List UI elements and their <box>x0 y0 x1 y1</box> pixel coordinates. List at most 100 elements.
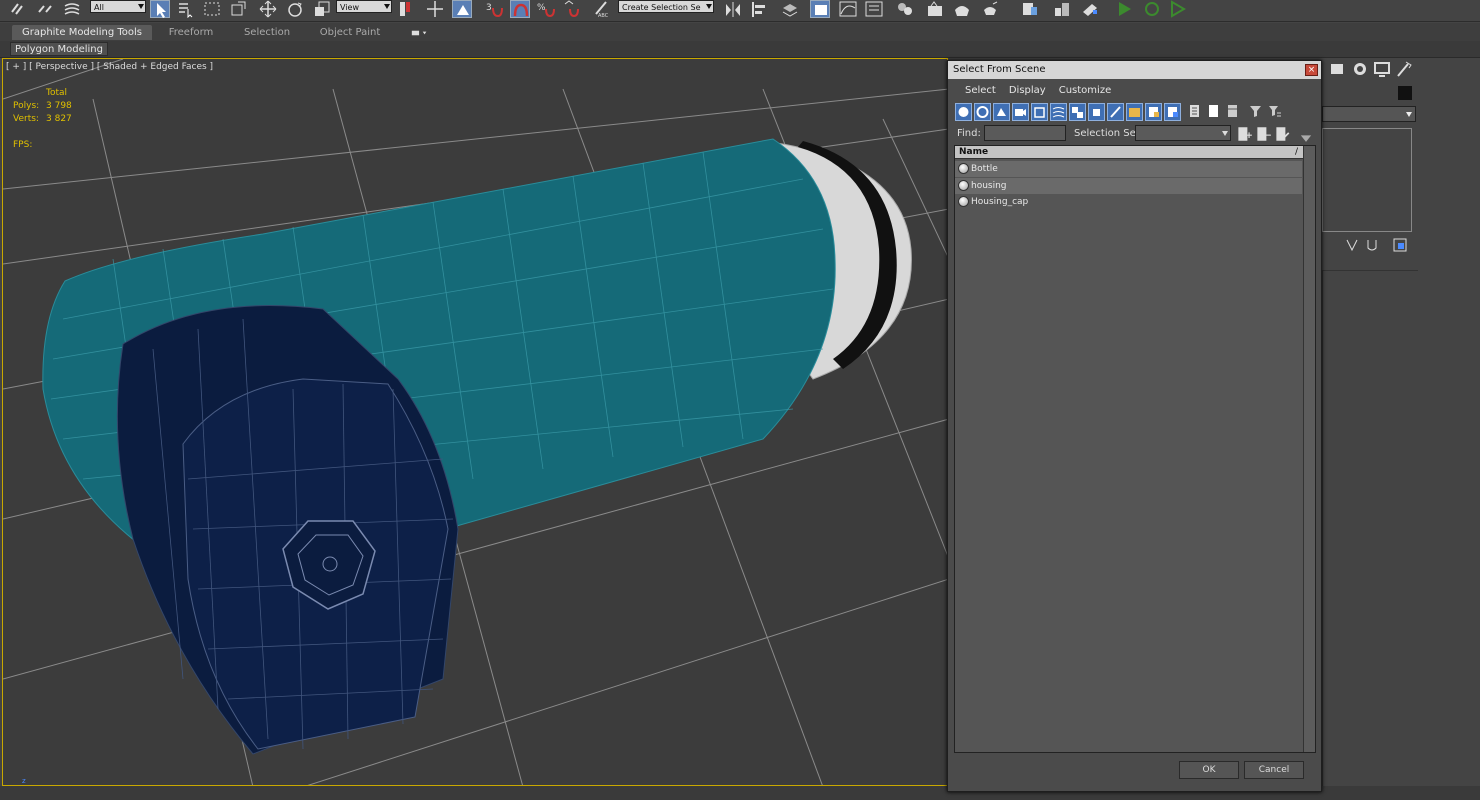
select-invert-icon[interactable] <box>1225 103 1242 121</box>
perspective-viewport[interactable]: [ + ] [ Perspective ] [ Shaded + Edged F… <box>2 58 948 786</box>
modifier-stack[interactable] <box>1322 128 1412 232</box>
display-frozen-icon[interactable] <box>1145 103 1162 121</box>
display-bones-icon[interactable] <box>1107 103 1124 121</box>
link-icon[interactable] <box>8 0 28 18</box>
unlink-icon[interactable] <box>35 0 55 18</box>
filter-icon[interactable] <box>1248 103 1265 121</box>
geometry-object-icon <box>958 196 969 207</box>
find-input[interactable] <box>984 125 1066 141</box>
ribbon-options-icon[interactable] <box>410 24 432 39</box>
reference-coordinate-dropdown[interactable]: View <box>336 0 392 13</box>
stats-total-label: Total <box>46 88 68 98</box>
scale-icon[interactable] <box>312 0 332 18</box>
selection-filter-dropdown[interactable]: All <box>90 0 146 13</box>
unwrap-icon[interactable] <box>1080 0 1100 18</box>
a360-gallery-icon[interactable] <box>1052 0 1072 18</box>
display-shapes-icon[interactable] <box>974 103 991 121</box>
modify-tab-icon[interactable] <box>1328 60 1348 78</box>
configure-modifier-sets-icon[interactable] <box>1390 236 1410 254</box>
pivot-icon[interactable] <box>396 0 416 18</box>
stats-verts-label: Verts: <box>13 114 39 124</box>
select-all-icon[interactable] <box>1187 103 1204 121</box>
display-spacewarps-icon[interactable] <box>1050 103 1067 121</box>
pin-stack-icon[interactable] <box>1342 236 1362 254</box>
tab-selection[interactable]: Selection <box>236 25 298 40</box>
dialog-title-bar[interactable]: Select From Scene × <box>948 61 1321 79</box>
remove-selection-set-icon[interactable] <box>1253 125 1271 141</box>
select-by-name-icon[interactable] <box>176 0 196 18</box>
percent-snap-icon[interactable]: % <box>536 0 556 18</box>
angle-snap-icon[interactable] <box>510 0 530 18</box>
rollout-area <box>1322 270 1418 800</box>
name-column-header[interactable]: Name / <box>955 146 1304 159</box>
set-key-icon[interactable] <box>1142 0 1162 18</box>
viewport-label[interactable]: [ + ] [ Perspective ] [ Shaded + Edged F… <box>6 62 213 72</box>
list-item-housing-cap[interactable]: Housing_cap <box>955 194 1302 210</box>
material-editor-icon[interactable] <box>895 0 915 18</box>
render-production-icon[interactable] <box>980 0 1000 18</box>
menu-customize[interactable]: Customize <box>1059 85 1112 96</box>
display-tab-icon[interactable] <box>1372 60 1392 78</box>
display-lights-icon[interactable] <box>993 103 1010 121</box>
polygon-modeling-button[interactable]: Polygon Modeling <box>10 42 108 56</box>
key-filters-icon[interactable] <box>1168 0 1188 18</box>
rect-selection-icon[interactable] <box>202 0 222 18</box>
layer-manager-icon[interactable] <box>780 0 800 18</box>
geometry-object-icon <box>958 163 969 174</box>
rotate-icon[interactable] <box>285 0 305 18</box>
display-helpers-icon[interactable] <box>1031 103 1048 121</box>
display-cameras-icon[interactable] <box>1012 103 1029 121</box>
show-end-result-icon[interactable] <box>1362 236 1382 254</box>
render-setup-icon[interactable] <box>925 0 945 18</box>
list-item-housing[interactable]: housing <box>955 178 1302 194</box>
display-containers-icon[interactable] <box>1126 103 1143 121</box>
modifier-list-dropdown[interactable] <box>1322 106 1416 122</box>
motion-tab-icon[interactable] <box>1350 60 1370 78</box>
add-selection-set-icon[interactable] <box>1234 125 1252 141</box>
curve-editor-icon[interactable] <box>838 0 858 18</box>
name-column-label: Name <box>959 147 989 157</box>
align-icon[interactable] <box>750 0 770 18</box>
list-item-bottle[interactable]: Bottle <box>955 161 1302 177</box>
spinner-snap-icon[interactable] <box>562 0 582 18</box>
tab-graphite-modeling-tools[interactable]: Graphite Modeling Tools <box>12 25 152 40</box>
utilities-tab-icon[interactable] <box>1394 60 1414 78</box>
display-geometry-icon[interactable] <box>955 103 972 121</box>
dialog-close-button[interactable]: × <box>1305 64 1318 76</box>
schematic-view-icon[interactable] <box>864 0 884 18</box>
move-icon[interactable] <box>258 0 278 18</box>
auto-key-icon[interactable] <box>1115 0 1135 18</box>
ok-button[interactable]: OK <box>1179 761 1239 779</box>
mirror-icon[interactable] <box>723 0 743 18</box>
menu-select[interactable]: Select <box>965 85 996 96</box>
list-scrollbar[interactable] <box>1303 146 1315 752</box>
reference-coordinate-value: View <box>340 3 359 12</box>
scene-3d-view[interactable] <box>3 59 948 786</box>
display-hidden-icon[interactable] <box>1164 103 1181 121</box>
filter-options-icon[interactable] <box>1267 103 1284 121</box>
edit-named-selection-icon[interactable]: ABC <box>592 0 612 18</box>
find-label: Find: <box>957 128 981 139</box>
graphite-toggle-icon[interactable] <box>810 0 830 18</box>
tab-freeform[interactable]: Freeform <box>160 25 222 40</box>
display-groups-icon[interactable] <box>1069 103 1086 121</box>
menu-display[interactable]: Display <box>1009 85 1046 96</box>
object-color-swatch[interactable] <box>1398 86 1412 100</box>
select-none-icon[interactable] <box>1206 103 1223 121</box>
render-in-cloud-icon[interactable] <box>1020 0 1040 18</box>
manipulate-icon[interactable] <box>425 0 445 18</box>
scene-object-list[interactable]: Name / Bottle housing Housing_cap <box>954 145 1316 753</box>
window-crossing-icon[interactable] <box>228 0 248 18</box>
selection-set-dropdown[interactable] <box>1135 125 1231 141</box>
toolbar-overflow-icon[interactable] <box>1296 129 1312 143</box>
snaps-toggle-icon[interactable]: 3 <box>484 0 504 18</box>
rendered-frame-icon[interactable] <box>952 0 972 18</box>
named-selection-sets-dropdown[interactable]: Create Selection Se <box>618 0 714 13</box>
cancel-button[interactable]: Cancel <box>1244 761 1304 779</box>
select-object-icon[interactable] <box>150 0 170 18</box>
edit-selection-set-icon[interactable] <box>1272 125 1290 141</box>
keyboard-shortcut-override-icon[interactable] <box>452 0 472 18</box>
tab-object-paint[interactable]: Object Paint <box>312 25 388 40</box>
bind-spacewarp-icon[interactable] <box>62 0 82 18</box>
display-xrefs-icon[interactable] <box>1088 103 1105 121</box>
